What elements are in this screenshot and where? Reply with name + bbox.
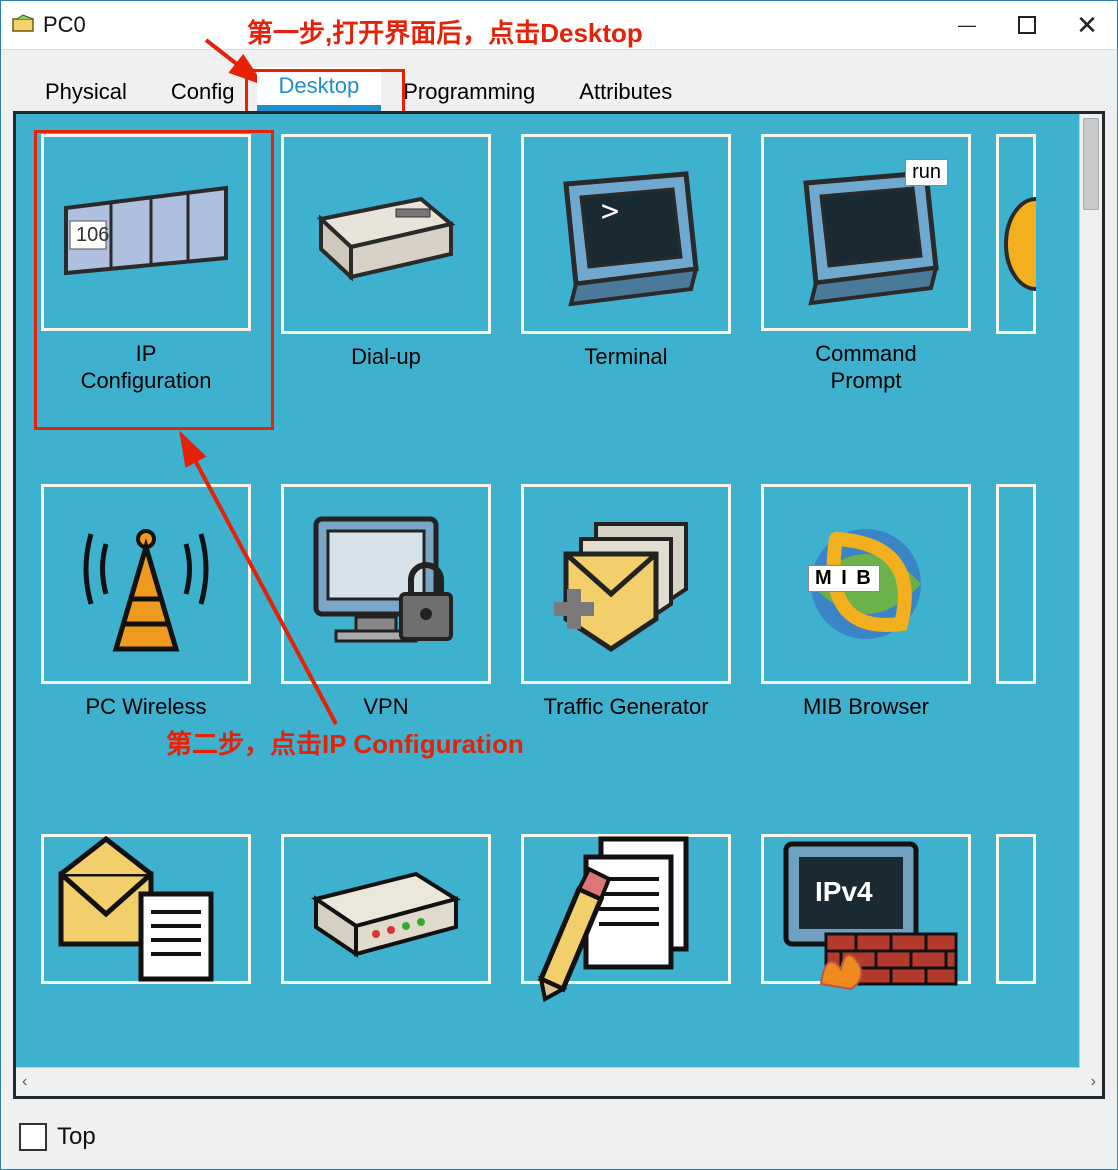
content-area: Physical Config Desktop Programming Attr… <box>13 71 1105 1099</box>
top-checkbox-label: Top <box>57 1123 96 1151</box>
app-partial-row1[interactable] <box>996 134 1036 394</box>
desktop-scroll-area[interactable]: 106 IP Configuration <box>16 114 1102 1067</box>
app-partial-row2[interactable] <box>996 484 1036 744</box>
tab-physical[interactable]: Physical <box>23 73 149 111</box>
app-label: Terminal <box>584 344 667 370</box>
app-mib-browser[interactable]: M I B MIB Browser <box>756 484 976 744</box>
horizontal-scrollbar[interactable]: ‹ › <box>16 1067 1102 1096</box>
command-prompt-icon: run <box>761 134 971 331</box>
editor-icon <box>521 834 731 984</box>
app-label: MIB Browser <box>803 694 929 720</box>
app-icon <box>11 13 35 37</box>
window-title: PC0 <box>43 12 86 38</box>
tab-bar: Physical Config Desktop Programming Attr… <box>13 71 1105 111</box>
app-traffic-generator[interactable]: Traffic Generator <box>516 484 736 744</box>
app-window: PC0 — ✕ 第一步,打开界面后，点击Desktop Physical Con… <box>0 0 1118 1170</box>
run-badge: run <box>905 159 948 186</box>
app-label: Command Prompt <box>815 341 916 394</box>
app-firewall[interactable]: IPv4 <box>756 834 976 1067</box>
titlebar: PC0 — ✕ <box>1 1 1117 50</box>
maximize-icon <box>1018 16 1036 34</box>
app-label: VPN <box>363 694 408 720</box>
mib-badge: M I B <box>808 565 880 592</box>
svg-text:IPv4: IPv4 <box>815 876 873 907</box>
app-label: Traffic Generator <box>543 694 708 720</box>
partial-icon <box>996 484 1036 684</box>
app-email[interactable] <box>36 834 256 1067</box>
tab-config[interactable]: Config <box>149 73 257 111</box>
app-terminal[interactable]: > Terminal <box>516 134 736 394</box>
switch-icon <box>281 834 491 984</box>
tab-desktop[interactable]: Desktop <box>257 67 382 111</box>
scroll-left-button[interactable]: ‹ <box>22 1073 27 1091</box>
terminal-icon: > <box>521 134 731 334</box>
top-checkbox[interactable] <box>19 1123 47 1151</box>
mib-browser-icon: M I B <box>761 484 971 684</box>
app-vpn[interactable]: VPN <box>276 484 496 744</box>
email-icon <box>41 834 251 984</box>
ip-configuration-icon: 106 <box>41 134 251 331</box>
app-pc-wireless[interactable]: PC Wireless <box>36 484 256 744</box>
app-grid: 106 IP Configuration <box>16 114 1102 1067</box>
scroll-right-button[interactable]: › <box>1091 1073 1096 1091</box>
app-dialup[interactable]: Dial-up <box>276 134 496 394</box>
minimize-button[interactable]: — <box>937 1 997 49</box>
app-partial-row3[interactable] <box>996 834 1036 1067</box>
tab-programming[interactable]: Programming <box>381 73 557 111</box>
desktop-panel: 106 IP Configuration <box>13 111 1105 1099</box>
svg-text:106: 106 <box>76 224 109 246</box>
close-button[interactable]: ✕ <box>1057 1 1117 49</box>
partial-icon <box>996 834 1036 984</box>
scrollbar-thumb[interactable] <box>1083 118 1099 210</box>
app-switch[interactable] <box>276 834 496 1067</box>
svg-text:>: > <box>601 194 619 229</box>
app-label: IP Configuration <box>81 341 212 394</box>
dialup-icon <box>281 134 491 334</box>
partial-icon <box>996 134 1036 334</box>
app-ip-configuration[interactable]: 106 IP Configuration <box>36 134 256 394</box>
vertical-scrollbar[interactable] <box>1079 114 1102 1068</box>
app-text-editor[interactable] <box>516 834 736 1067</box>
traffic-generator-icon <box>521 484 731 684</box>
firewall-icon: IPv4 <box>761 834 971 984</box>
tab-attributes[interactable]: Attributes <box>557 73 694 111</box>
wireless-icon <box>41 484 251 684</box>
app-label: Dial-up <box>351 344 421 370</box>
vpn-icon <box>281 484 491 684</box>
maximize-button[interactable] <box>997 1 1057 49</box>
app-command-prompt[interactable]: run Command Prompt <box>756 134 976 394</box>
app-label: PC Wireless <box>85 694 206 720</box>
window-controls: — ✕ <box>937 1 1117 49</box>
footer: Top <box>19 1123 96 1151</box>
